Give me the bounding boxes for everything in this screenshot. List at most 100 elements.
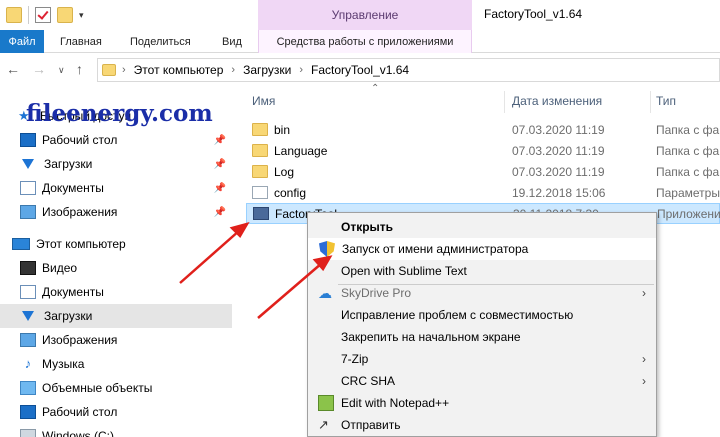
properties-icon[interactable] xyxy=(35,7,51,23)
file-date: 07.03.2020 11:19 xyxy=(512,164,605,179)
file-date: 07.03.2020 11:19 xyxy=(512,122,605,137)
breadcrumb-this-pc[interactable]: Этот компьютер xyxy=(134,63,224,77)
submenu-chevron-icon: › xyxy=(642,352,646,366)
menu-item-7zip[interactable]: 7-Zip › xyxy=(308,348,656,370)
menu-item-edit-with-notepadpp[interactable]: Edit with Notepad++ xyxy=(308,392,656,414)
submenu-chevron-icon: › xyxy=(642,374,646,388)
settings-file-icon xyxy=(252,186,268,199)
nav-item-label: Загрузки xyxy=(44,157,93,171)
desktop-icon xyxy=(20,133,36,147)
application-icon xyxy=(253,207,269,220)
column-header-type[interactable]: Тип xyxy=(656,87,676,115)
tab-application-tools[interactable]: Средства работы с приложениями xyxy=(258,30,472,53)
menu-item-crc-sha[interactable]: CRC SHA › xyxy=(308,370,656,392)
nav-item-desktop-pc[interactable]: Рабочий стол xyxy=(0,400,232,424)
column-divider[interactable] xyxy=(504,91,505,113)
nav-item-label: Музыка xyxy=(42,357,85,371)
nav-item-label: Изображения xyxy=(42,333,118,347)
pin-icon[interactable]: 📌 xyxy=(214,135,226,146)
chevron-right-icon[interactable]: › xyxy=(122,64,126,76)
menu-item-open[interactable]: Открыть xyxy=(308,216,656,238)
breadcrumb-downloads[interactable]: Загрузки xyxy=(243,63,291,77)
nav-item-label: Документы xyxy=(42,181,104,195)
folder-icon xyxy=(252,123,268,136)
file-row[interactable]: Log 07.03.2020 11:19 Папка с фай xyxy=(246,161,720,182)
nav-item-downloads-quick[interactable]: Загрузки 📌 xyxy=(0,152,232,176)
nav-item-documents-quick[interactable]: Документы 📌 xyxy=(0,176,232,200)
watermark: fileenergy.com xyxy=(26,100,213,127)
music-note-icon: ♪ xyxy=(20,357,36,371)
pin-icon[interactable]: 📌 xyxy=(214,159,226,170)
desktop-icon xyxy=(20,405,36,419)
file-row[interactable]: config 19.12.2018 15:06 Параметры xyxy=(246,182,720,203)
file-row[interactable]: bin 07.03.2020 11:19 Папка с фай xyxy=(246,119,720,140)
column-header-date[interactable]: Дата изменения xyxy=(512,87,602,115)
file-name: bin xyxy=(274,122,291,137)
file-row[interactable]: Language 07.03.2020 11:19 Папка с фай xyxy=(246,140,720,161)
download-icon xyxy=(22,311,34,321)
nav-item-music[interactable]: ♪ Музыка xyxy=(0,352,232,376)
uac-shield-icon xyxy=(319,241,335,257)
column-header-name[interactable]: Имя xyxy=(252,87,275,115)
menu-item-troubleshoot-compatibility[interactable]: Исправление проблем с совместимостью xyxy=(308,304,656,326)
file-name: Log xyxy=(274,164,295,179)
drive-icon xyxy=(20,429,36,437)
chevron-right-icon[interactable]: › xyxy=(231,64,235,76)
file-date: 19.12.2018 15:06 xyxy=(512,185,606,200)
nav-item-pictures[interactable]: Изображения xyxy=(0,328,232,352)
nav-item-label: Рабочий стол xyxy=(42,405,118,419)
nav-item-label: Windows (C:) xyxy=(42,429,115,437)
chevron-right-icon[interactable]: › xyxy=(299,64,303,76)
nav-item-label: Рабочий стол xyxy=(42,133,118,147)
title-bar: ▾ Управление FactoryTool_v1.64 xyxy=(0,0,720,30)
recent-locations-chevron-icon[interactable]: ∨ xyxy=(58,65,65,76)
pin-icon[interactable]: 📌 xyxy=(214,207,226,218)
nav-item-label: Объемные объекты xyxy=(42,381,153,395)
address-row: ← → ∨ ↑ › Этот компьютер › Загрузки › Fa… xyxy=(0,53,720,87)
customize-toolbar-icon[interactable]: ▾ xyxy=(79,10,84,21)
new-folder-icon[interactable] xyxy=(57,7,73,23)
breadcrumb-factorytool[interactable]: FactoryTool_v1.64 xyxy=(311,63,409,77)
nav-item-documents[interactable]: Документы xyxy=(0,280,232,304)
folder-icon xyxy=(6,7,22,23)
download-icon xyxy=(22,159,34,169)
menu-item-send-to[interactable]: ↗ Отправить xyxy=(308,414,656,436)
quick-access-toolbar: ▾ xyxy=(0,0,84,30)
share-icon: ↗ xyxy=(318,417,329,432)
documents-icon xyxy=(20,285,36,299)
folder-icon xyxy=(252,144,268,157)
pictures-icon xyxy=(20,333,36,347)
menu-item-open-with-sublime[interactable]: Open with Sublime Text xyxy=(308,260,656,282)
file-type: Папка с фай xyxy=(656,122,720,137)
menu-item-run-as-admin[interactable]: Запуск от имени администратора xyxy=(308,238,656,260)
back-arrow-icon[interactable]: ← xyxy=(6,61,20,77)
menu-item-pin-to-start[interactable]: Закрепить на начальном экране xyxy=(308,326,656,348)
menu-item-skydrive-pro[interactable]: ☁ SkyDrive Pro › xyxy=(308,282,656,304)
tab-view[interactable]: Вид xyxy=(222,30,242,53)
3d-objects-icon xyxy=(20,381,36,395)
folder-icon xyxy=(252,165,268,178)
nav-item-this-pc[interactable]: Этот компьютер xyxy=(0,232,232,256)
tab-home[interactable]: Главная xyxy=(60,30,102,53)
nav-item-downloads[interactable]: Загрузки xyxy=(0,304,232,328)
navigation-pane: ★ Быстрый доступ Рабочий стол 📌 Загрузки… xyxy=(0,87,232,437)
address-bar[interactable]: › Этот компьютер › Загрузки › FactoryToo… xyxy=(97,58,720,82)
pin-icon[interactable]: 📌 xyxy=(214,183,226,194)
column-divider[interactable] xyxy=(650,91,651,113)
nav-item-drive-c[interactable]: Windows (C:) xyxy=(0,424,232,437)
file-name: Language xyxy=(274,143,328,158)
nav-item-desktop[interactable]: Рабочий стол 📌 xyxy=(0,128,232,152)
up-arrow-icon[interactable]: ↑ xyxy=(76,61,83,77)
tab-share[interactable]: Поделиться xyxy=(130,30,191,53)
tab-file[interactable]: Файл xyxy=(0,30,44,53)
forward-arrow-icon[interactable]: → xyxy=(32,61,46,77)
nav-item-video[interactable]: Видео xyxy=(0,256,232,280)
pictures-icon xyxy=(20,205,36,219)
context-tab-header: Управление xyxy=(258,0,472,30)
nav-item-pictures-quick[interactable]: Изображения 📌 xyxy=(0,200,232,224)
nav-item-3d-objects[interactable]: Объемные объекты xyxy=(0,376,232,400)
sort-ascending-icon: ⌃ xyxy=(371,83,380,94)
video-icon xyxy=(20,261,36,275)
nav-item-label: Видео xyxy=(42,261,78,275)
divider xyxy=(28,6,29,24)
